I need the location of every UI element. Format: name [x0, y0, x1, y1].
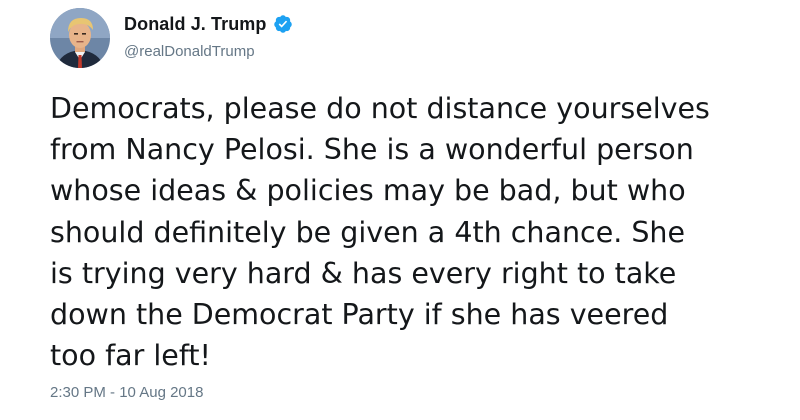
tweet-text: Democrats, please do not distance yourse… [50, 88, 770, 376]
tweet-card: Donald J. Trump @realDonaldTrump Democra… [0, 0, 800, 420]
avatar[interactable] [50, 8, 110, 68]
tweet-timestamp[interactable]: 2:30 PM - 10 Aug 2018 [50, 384, 203, 401]
tweet-text-line: whose ideas & policies may be bad, but w… [50, 174, 686, 208]
author-name-row: Donald J. Trump [124, 11, 293, 37]
user-handle[interactable]: @realDonaldTrump [124, 43, 255, 60]
tweet-text-line: from Nancy Pelosi. She is a wonderful pe… [50, 133, 694, 167]
tweet-text-line: too far left! [50, 339, 211, 373]
verified-badge-icon [273, 14, 293, 34]
profile-photo [50, 8, 110, 68]
tweet-text-line: Democrats, please do not distance yourse… [50, 92, 710, 125]
tweet-text-line: is trying very hard & has every right to… [50, 256, 677, 290]
tweet-text-line: should definitely be given a 4th chance.… [50, 215, 686, 249]
tweet-text-line: down the Democrat Party if she has veere… [50, 298, 669, 332]
display-name[interactable]: Donald J. Trump [124, 14, 267, 35]
